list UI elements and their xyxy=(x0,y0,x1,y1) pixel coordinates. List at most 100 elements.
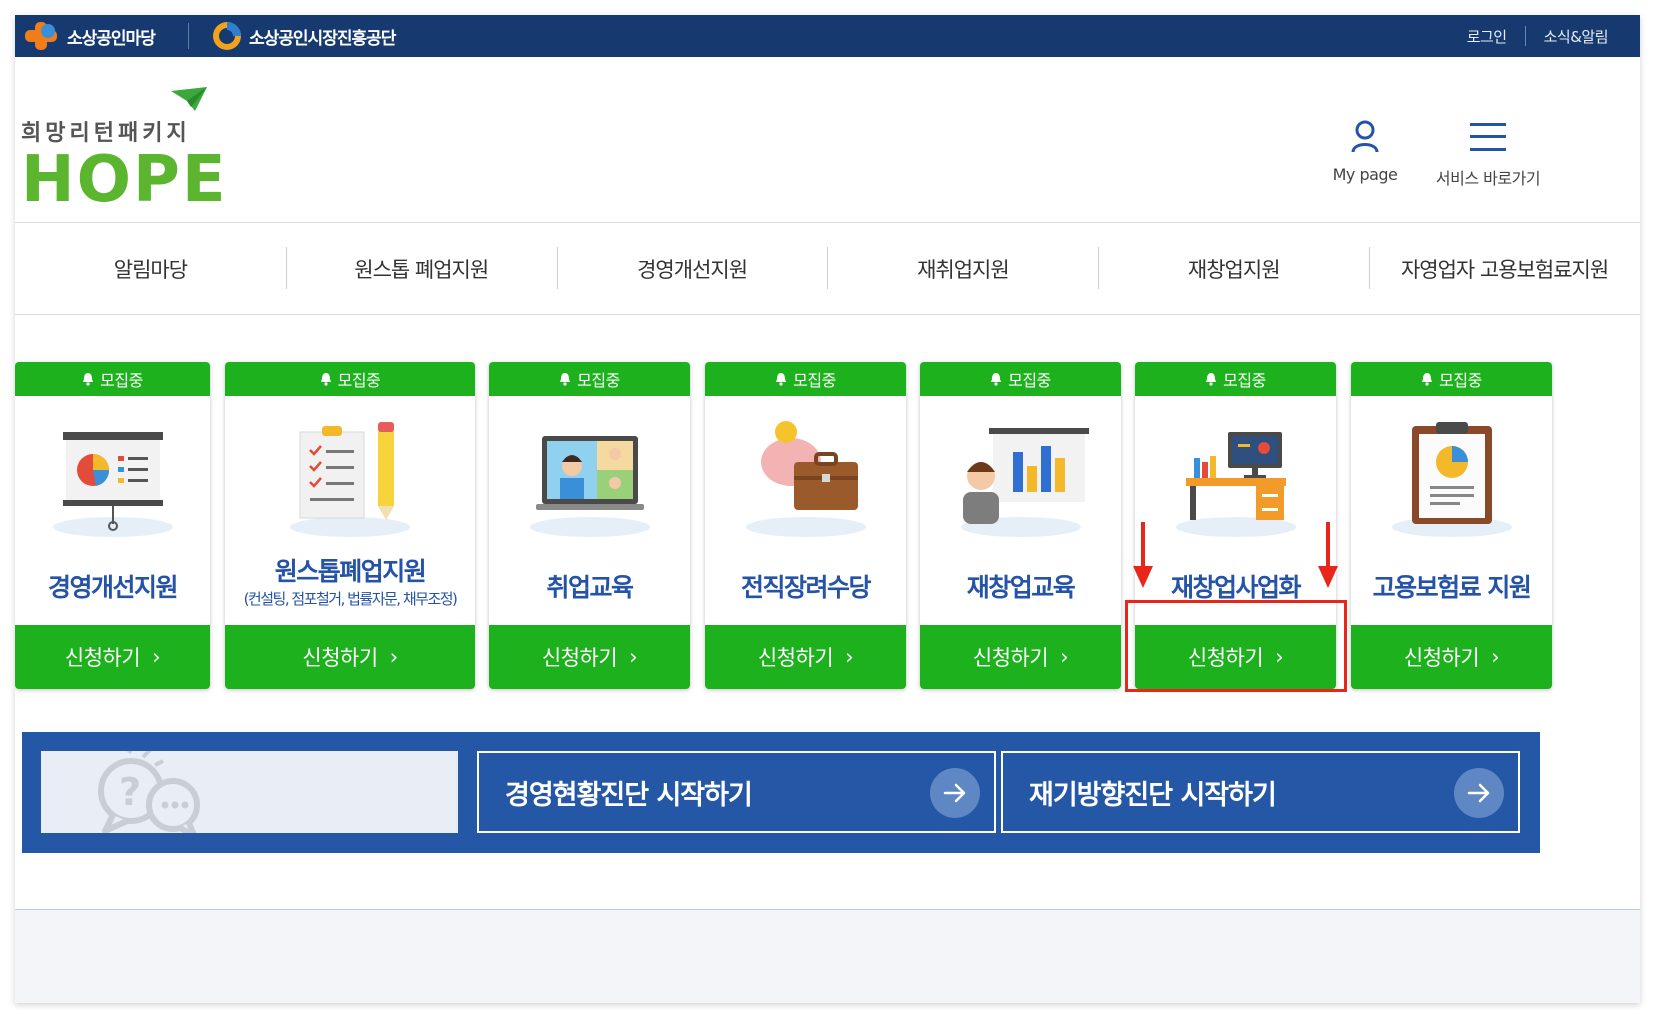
news-link[interactable]: 소식&알림 xyxy=(1526,26,1626,47)
brand-left-label: 소상공인마당 xyxy=(67,28,156,49)
card-title: 재창업사업화 xyxy=(1170,573,1302,602)
apply-label: 신청하기 xyxy=(757,646,834,670)
login-link[interactable]: 로그인 xyxy=(1449,26,1525,47)
clipboard-report-illustration xyxy=(1351,412,1552,542)
bell-icon xyxy=(560,373,571,386)
arrow-right-icon xyxy=(930,768,980,818)
card-subtitle: (컨설팅, 점포철거, 법률자문, 채무조정) xyxy=(243,590,458,608)
cta-label: 재기방향진단 시작하기 xyxy=(1029,779,1277,811)
nav-item-reemployment[interactable]: 재취업지원 xyxy=(827,223,1098,314)
bell-icon xyxy=(83,373,94,386)
arrow-right-icon xyxy=(1454,768,1504,818)
logo-hope-text: HOPE xyxy=(21,143,228,217)
program-card: 모집중 재창업교육 신청하기 › xyxy=(920,362,1121,689)
brand-right-label: 소상공인시장진흥공단 xyxy=(249,28,396,49)
recruiting-badge: 모집중 xyxy=(920,362,1121,396)
nav-item-employment-insurance[interactable]: 자영업자 고용보험료지원 xyxy=(1369,223,1640,314)
recruiting-badge: 모집중 xyxy=(489,362,690,396)
card-title: 경영개선지원 xyxy=(47,573,179,602)
bell-icon xyxy=(991,373,1002,386)
recruiting-badge: 모집중 xyxy=(15,362,210,396)
badge-label: 모집중 xyxy=(1008,371,1051,390)
hope-logo[interactable]: 희망리턴패키지 HOPE xyxy=(21,87,231,217)
chevron-right-icon: › xyxy=(845,645,854,669)
plus-logo-icon xyxy=(25,22,57,50)
program-card: 모집중 경영개선지원 신청하기 › xyxy=(15,362,210,689)
page-frame: 소상공인마당 소상공인시장진흥공단 로그인 소식&알림 희망리턴패키지 HOPE xyxy=(15,15,1640,1003)
highlight-box xyxy=(1125,600,1347,692)
apply-button[interactable]: 신청하기 › xyxy=(15,625,210,689)
bell-icon xyxy=(1422,373,1433,386)
red-arrow-down-icon xyxy=(1318,522,1338,588)
badge-label: 모집중 xyxy=(577,371,620,390)
badge-label: 모집중 xyxy=(1439,371,1482,390)
apply-label: 신청하기 xyxy=(972,646,1049,670)
start-management-diagnosis-button[interactable]: 경영현황진단 시작하기 xyxy=(477,751,996,833)
cta-label: 경영현황진단 시작하기 xyxy=(505,779,753,811)
badge-label: 모집중 xyxy=(337,371,381,390)
top-bar: 소상공인마당 소상공인시장진흥공단 로그인 소식&알림 xyxy=(15,15,1640,57)
hamburger-menu-icon xyxy=(1470,123,1506,151)
recruiting-badge: 모집중 xyxy=(1135,362,1336,396)
start-recovery-diagnosis-button[interactable]: 재기방향진단 시작하기 xyxy=(1001,751,1520,833)
nav-item-management-improvement[interactable]: 경영개선지원 xyxy=(556,223,828,314)
card-title: 재창업교육 xyxy=(966,573,1076,602)
nav-item-restartup[interactable]: 재창업지원 xyxy=(1098,223,1369,314)
program-card: 모집중 고용보험료 지원 신청하기 › xyxy=(1351,362,1552,689)
top-links: 로그인 소식&알림 xyxy=(1449,15,1626,57)
program-card: 모집중 취업교육 신청하기 › xyxy=(489,362,690,689)
apply-label: 신청하기 xyxy=(302,646,378,670)
apply-button[interactable]: 신청하기 › xyxy=(489,625,690,689)
chevron-right-icon: › xyxy=(1060,645,1069,669)
apply-label: 신청하기 xyxy=(541,646,618,670)
presentation-board-illustration xyxy=(15,412,210,542)
service-menu-button[interactable]: 서비스 바로가기 xyxy=(1433,113,1543,189)
apply-label: 신청하기 xyxy=(1403,646,1480,670)
checklist-illustration xyxy=(225,412,475,542)
apply-button[interactable]: 신청하기 › xyxy=(225,625,475,689)
user-icon xyxy=(1351,120,1379,153)
program-card: 모집중 전직장려수당 신청하기 › xyxy=(705,362,906,689)
apply-button[interactable]: 신청하기 › xyxy=(920,625,1121,689)
chevron-right-icon: › xyxy=(152,645,161,669)
program-card: 모집중 원스톱폐업지원 (컨설팅, 점포철거, 법률자문, 채무조정) 신청하기… xyxy=(225,362,475,689)
chevron-right-icon: › xyxy=(1491,645,1500,669)
nav-item-notice[interactable]: 알림마당 xyxy=(15,223,286,314)
paper-plane-icon xyxy=(171,87,207,111)
question-bubble-panel: ? xyxy=(41,751,458,833)
mypage-label: My page xyxy=(1332,165,1398,184)
desk-computer-illustration xyxy=(1135,412,1336,542)
mypage-button[interactable]: My page xyxy=(1325,113,1405,184)
main-nav: 알림마당 원스톱 폐업지원 경영개선지원 재취업지원 재창업지원 자영업자 고용… xyxy=(15,222,1640,315)
apply-button[interactable]: 신청하기 › xyxy=(705,625,906,689)
red-arrow-down-icon xyxy=(1133,522,1153,588)
service-menu-label: 서비스 바로가기 xyxy=(1435,169,1541,188)
footer-area xyxy=(15,909,1640,1003)
svg-text:?: ? xyxy=(119,770,141,814)
badge-label: 모집중 xyxy=(100,371,143,390)
presenter-bar-chart-illustration xyxy=(920,412,1121,542)
sosang-madang-link[interactable]: 소상공인마당 xyxy=(23,19,156,53)
badge-label: 모집중 xyxy=(1223,371,1266,390)
card-title: 취업교육 xyxy=(546,573,634,602)
recruiting-badge: 모집중 xyxy=(225,362,475,396)
card-title: 고용보험료 지원 xyxy=(1372,573,1532,602)
badge-label: 모집중 xyxy=(793,371,836,390)
bell-icon xyxy=(320,373,331,386)
recruiting-badge: 모집중 xyxy=(705,362,906,396)
chevron-right-icon: › xyxy=(629,645,638,669)
diagnosis-banner: ? 경영현황진단 시작하기 재기방향진단 시작하기 xyxy=(22,732,1540,853)
online-class-laptop-illustration xyxy=(489,412,690,542)
brand-divider xyxy=(188,23,189,49)
recruiting-badge: 모집중 xyxy=(1351,362,1552,396)
bell-icon xyxy=(1206,373,1217,386)
question-chat-icon: ? xyxy=(98,751,200,833)
card-title: 원스톱폐업지원 xyxy=(274,557,427,586)
card-title: 전직장려수당 xyxy=(740,573,872,602)
apply-label: 신청하기 xyxy=(64,646,141,670)
chevron-right-icon: › xyxy=(389,645,398,669)
semas-link[interactable]: 소상공인시장진흥공단 xyxy=(211,19,396,53)
nav-item-closure-support[interactable]: 원스톱 폐업지원 xyxy=(285,223,557,314)
apply-button[interactable]: 신청하기 › xyxy=(1351,625,1552,689)
bell-icon xyxy=(776,373,787,386)
